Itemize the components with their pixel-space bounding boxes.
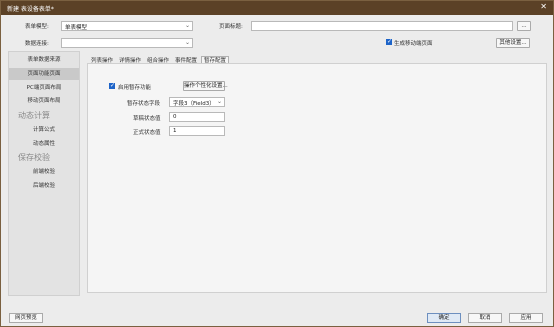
generate-mobile-checkbox[interactable] — [386, 38, 392, 45]
enable-staging-checkbox[interactable] — [109, 82, 115, 89]
sidebar-item-backend-validation[interactable]: 后端校验 — [9, 180, 79, 192]
group-save-validation: 保存校验 — [18, 153, 50, 162]
title-bar: 新建 表设备表单* ✕ — [1, 1, 553, 15]
ok-button[interactable]: 确定 — [427, 313, 461, 323]
draft-value-input[interactable]: 0 — [169, 112, 225, 122]
page-title-input[interactable] — [251, 21, 513, 31]
web-preview-button[interactable]: 网页预览 — [9, 313, 43, 323]
page-title-label: 页面标题: — [219, 24, 243, 30]
staging-config-panel — [87, 63, 547, 293]
chevron-down-icon: ⌄ — [184, 39, 190, 46]
formal-value: 1 — [173, 128, 177, 134]
status-field-label: 暂存状态字段 — [127, 101, 161, 107]
draft-value: 0 — [173, 114, 177, 120]
enable-staging-label: 启用暂存功能 — [118, 85, 152, 91]
sidebar-item-mobile-layout[interactable]: 移动页面布局 — [9, 95, 79, 107]
sidebar-item-data-source[interactable]: 表单数据来源 — [9, 54, 79, 66]
chevron-down-icon: ⌄ — [216, 98, 222, 105]
formal-value-label: 正式状态值 — [133, 130, 161, 136]
formal-value-input[interactable]: 1 — [169, 126, 225, 136]
cancel-button[interactable]: 取消 — [468, 313, 502, 323]
other-settings-button[interactable]: 其他设置... — [496, 38, 530, 48]
page-title-browse-button[interactable]: ... — [517, 21, 531, 31]
form-model-label: 表单模型: — [25, 24, 49, 30]
sidebar-item-pc-layout[interactable]: PC端页面布局 — [9, 82, 79, 94]
data-connection-select[interactable]: ⌄ — [61, 38, 193, 48]
group-dynamic-calc: 动态计算 — [18, 111, 50, 120]
window-title: 新建 表设备表单* — [7, 6, 54, 13]
close-icon[interactable]: ✕ — [540, 2, 547, 11]
sidebar-item-page-function[interactable]: 页面功能页面 — [9, 68, 79, 80]
data-connection-label: 数据连接: — [25, 41, 49, 47]
status-field-value: 字段3（Field3） — [173, 101, 215, 107]
sidebar-item-frontend-validation[interactable]: 前端校验 — [9, 166, 79, 178]
chevron-down-icon: ⌄ — [184, 22, 190, 29]
form-model-select[interactable]: 单表模型 ⌄ — [61, 21, 193, 31]
dialog-window: 新建 表设备表单* ✕ 表单模型: 单表模型 ⌄ 页面标题: ... 数据连接:… — [0, 0, 554, 327]
left-nav: 表单数据来源 页面功能页面 PC端页面布局 移动页面布局 动态计算 计算公式 动… — [8, 51, 80, 296]
apply-button[interactable]: 应用 — [509, 313, 543, 323]
status-field-select[interactable]: 字段3（Field3） ⌄ — [169, 97, 225, 107]
sidebar-item-formula[interactable]: 计算公式 — [9, 124, 79, 136]
sidebar-item-dynamic-attr[interactable]: 动态属性 — [9, 138, 79, 150]
personalize-operations-button[interactable]: 操作个性化设置... — [183, 81, 228, 91]
generate-mobile-label: 生成移动端页面 — [394, 41, 433, 47]
form-model-value: 单表模型 — [65, 25, 88, 31]
draft-value-label: 草稿状态值 — [133, 116, 161, 122]
